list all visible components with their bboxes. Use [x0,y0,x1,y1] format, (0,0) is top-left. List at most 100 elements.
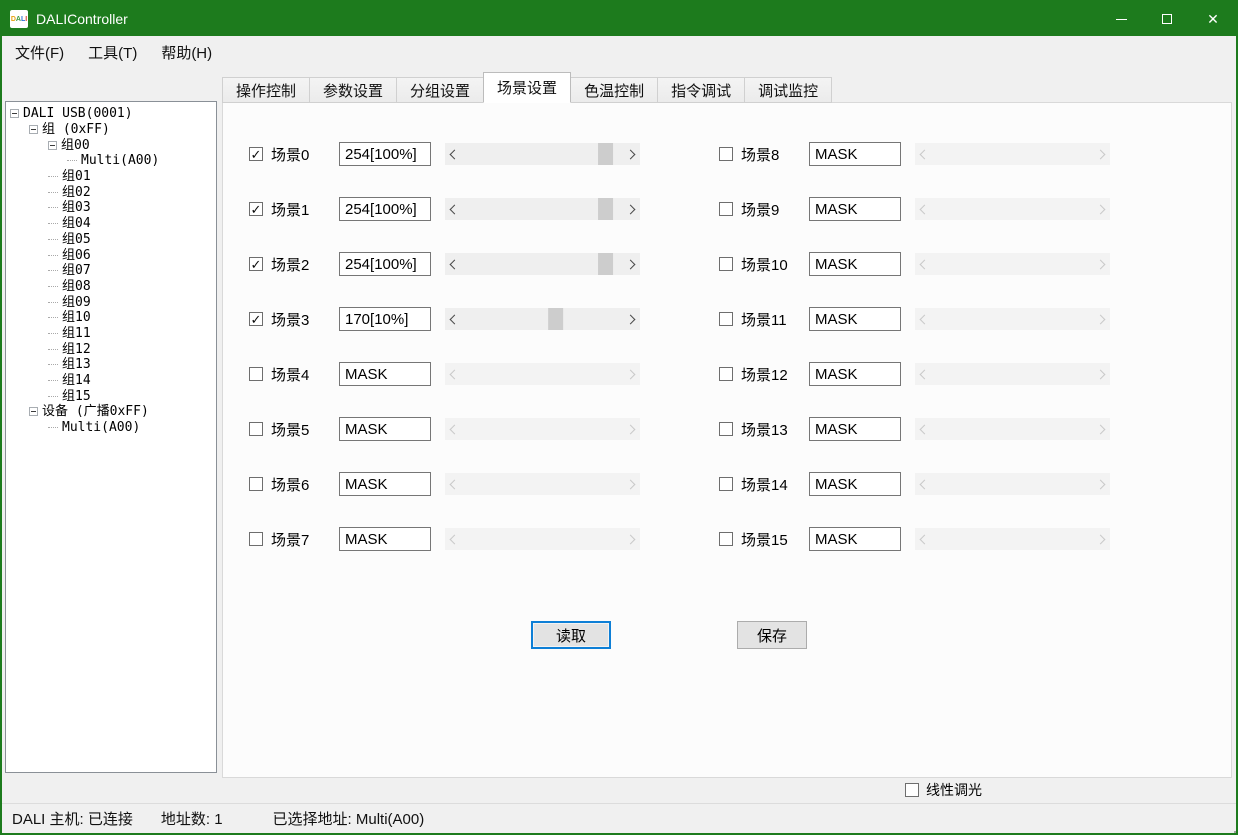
scrollbar-thumb[interactable] [548,308,563,330]
scrollbar-left-arrow-icon[interactable] [445,308,462,330]
tree-item-17[interactable]: 组14 [6,373,216,389]
scene-scrollbar[interactable] [915,528,1110,550]
scene-value-input[interactable] [809,197,901,221]
tree-expander-icon[interactable] [29,125,38,134]
tree-expander-icon[interactable] [48,141,57,150]
scene-scrollbar[interactable] [915,308,1110,330]
scene-checkbox[interactable]: ✓ [249,257,263,271]
scrollbar-right-arrow-icon[interactable] [1093,198,1110,220]
read-button[interactable]: 读取 [531,621,611,649]
scrollbar-left-arrow-icon[interactable] [915,308,932,330]
scene-value-input[interactable] [339,362,431,386]
tree-item-14[interactable]: 组11 [6,326,216,342]
scrollbar-track[interactable] [932,528,1093,550]
tab-2[interactable]: 分组设置 [396,77,484,103]
save-button[interactable]: 保存 [737,621,807,649]
scrollbar-right-arrow-icon[interactable] [623,528,640,550]
scrollbar-left-arrow-icon[interactable] [445,143,462,165]
scrollbar-track[interactable] [462,418,623,440]
menu-item-0[interactable]: 文件(F) [4,38,75,67]
scrollbar-right-arrow-icon[interactable] [623,473,640,495]
scrollbar-track[interactable] [462,253,623,275]
scrollbar-left-arrow-icon[interactable] [915,528,932,550]
tree-item-8[interactable]: 组05 [6,232,216,248]
scrollbar-left-arrow-icon[interactable] [915,363,932,385]
tree-item-4[interactable]: 组01 [6,169,216,185]
tree-item-7[interactable]: 组04 [6,216,216,232]
maximize-button[interactable] [1144,2,1190,36]
scene-value-input[interactable] [809,472,901,496]
close-button[interactable]: ✕ [1190,2,1236,36]
tree-item-16[interactable]: 组13 [6,357,216,373]
tree-item-15[interactable]: 组12 [6,341,216,357]
scrollbar-right-arrow-icon[interactable] [623,418,640,440]
scrollbar-right-arrow-icon[interactable] [1093,253,1110,275]
scene-value-input[interactable] [339,142,431,166]
scene-value-input[interactable] [809,252,901,276]
tree-item-20[interactable]: Multi(A00) [6,420,216,436]
scene-value-input[interactable] [339,307,431,331]
scrollbar-right-arrow-icon[interactable] [1093,143,1110,165]
minimize-button[interactable] [1098,2,1144,36]
scene-scrollbar[interactable] [915,198,1110,220]
scene-value-input[interactable] [339,417,431,441]
scene-value-input[interactable] [339,197,431,221]
scrollbar-left-arrow-icon[interactable] [445,473,462,495]
scene-checkbox[interactable] [249,477,263,491]
scene-value-input[interactable] [809,307,901,331]
scrollbar-thumb[interactable] [598,143,613,165]
menu-item-2[interactable]: 帮助(H) [150,38,223,67]
scrollbar-left-arrow-icon[interactable] [445,528,462,550]
scene-scrollbar[interactable] [915,363,1110,385]
scrollbar-track[interactable] [462,528,623,550]
scene-scrollbar[interactable] [445,473,640,495]
scrollbar-track[interactable] [932,198,1093,220]
scrollbar-left-arrow-icon[interactable] [445,253,462,275]
scrollbar-right-arrow-icon[interactable] [1093,473,1110,495]
scene-value-input[interactable] [809,142,901,166]
scrollbar-track[interactable] [932,418,1093,440]
scene-scrollbar[interactable] [445,308,640,330]
scrollbar-left-arrow-icon[interactable] [915,143,932,165]
tree-item-10[interactable]: 组07 [6,263,216,279]
scrollbar-track[interactable] [932,363,1093,385]
scrollbar-left-arrow-icon[interactable] [445,363,462,385]
scrollbar-left-arrow-icon[interactable] [915,473,932,495]
tab-3[interactable]: 场景设置 [483,72,571,103]
scene-checkbox[interactable] [719,477,733,491]
scene-checkbox[interactable] [719,367,733,381]
tab-6[interactable]: 调试监控 [744,77,832,103]
tab-5[interactable]: 指令调试 [657,77,745,103]
tree-item-18[interactable]: 组15 [6,388,216,404]
scrollbar-left-arrow-icon[interactable] [915,418,932,440]
scene-value-input[interactable] [809,417,901,441]
scene-checkbox[interactable] [249,367,263,381]
app-icon[interactable]: DALI [10,10,28,28]
tab-0[interactable]: 操作控制 [222,77,310,103]
scene-value-input[interactable] [809,527,901,551]
scene-scrollbar[interactable] [445,363,640,385]
tree-item-19[interactable]: 设备 (广播0xFF) [6,404,216,420]
scene-value-input[interactable] [339,472,431,496]
tree-item-6[interactable]: 组03 [6,200,216,216]
scrollbar-thumb[interactable] [598,198,613,220]
scene-checkbox[interactable] [719,147,733,161]
scrollbar-left-arrow-icon[interactable] [915,253,932,275]
scene-checkbox[interactable]: ✓ [249,202,263,216]
scene-scrollbar[interactable] [915,473,1110,495]
scene-scrollbar[interactable] [445,418,640,440]
scene-checkbox[interactable] [249,422,263,436]
scrollbar-right-arrow-icon[interactable] [1093,418,1110,440]
scrollbar-track[interactable] [932,308,1093,330]
scrollbar-track[interactable] [462,473,623,495]
scrollbar-left-arrow-icon[interactable] [915,198,932,220]
scrollbar-track[interactable] [932,253,1093,275]
scrollbar-right-arrow-icon[interactable] [623,143,640,165]
scrollbar-right-arrow-icon[interactable] [623,363,640,385]
scene-checkbox[interactable] [719,257,733,271]
tree-item-13[interactable]: 组10 [6,310,216,326]
scene-checkbox[interactable]: ✓ [249,312,263,326]
scrollbar-right-arrow-icon[interactable] [623,308,640,330]
scrollbar-track[interactable] [462,143,623,165]
resize-grip-icon[interactable] [1230,827,1232,829]
